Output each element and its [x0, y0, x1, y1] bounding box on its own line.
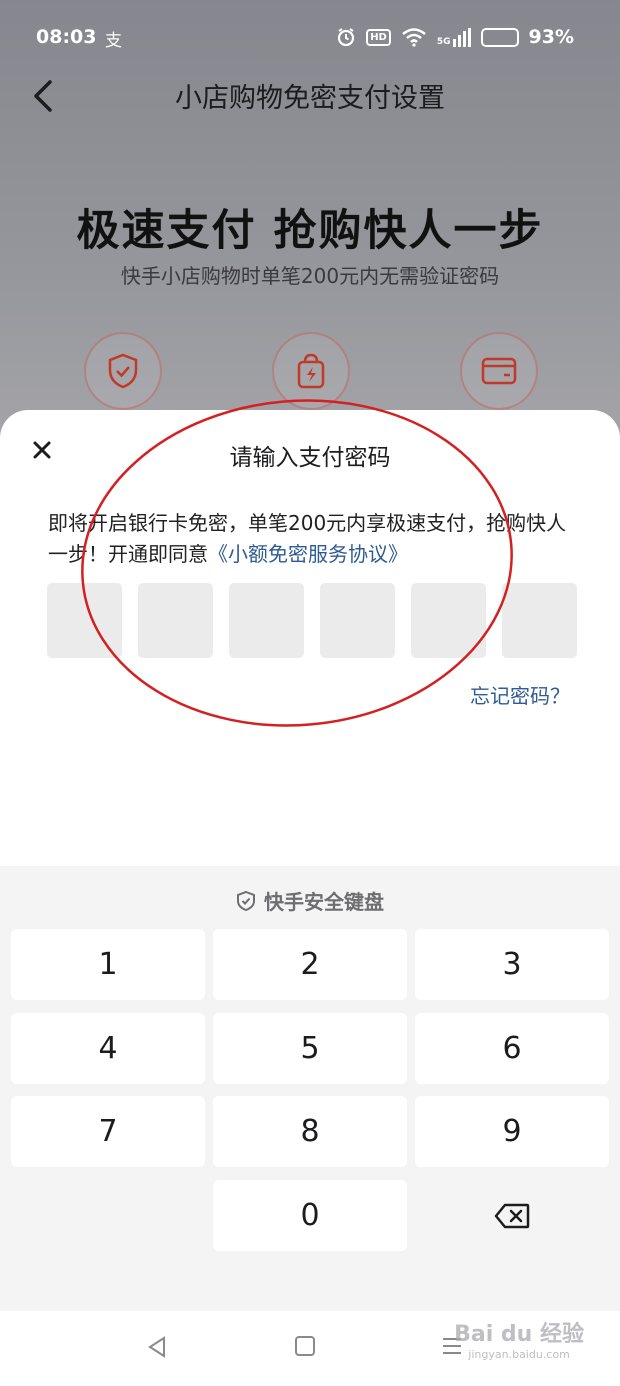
sheet-title: 请输入支付密码 — [229, 445, 391, 471]
shopping-bag-lightning-icon — [272, 332, 350, 410]
key-3[interactable]: 3 — [415, 929, 609, 1000]
page-title: 小店购物免密支付设置 — [175, 83, 445, 114]
pin-box[interactable] — [411, 583, 486, 658]
pin-box[interactable] — [138, 583, 213, 658]
shield-check-icon — [84, 332, 162, 410]
network-label: 5G — [436, 36, 451, 47]
key-1[interactable]: 1 — [11, 929, 205, 1000]
battery-level: 93% — [528, 26, 574, 48]
hero-subtitle: 快手小店购物时单笔200元内无需验证密码 — [120, 264, 500, 288]
backspace-icon — [494, 1203, 530, 1228]
hero-title: 极速支付 抢购快人一步 — [76, 206, 544, 256]
hd-badge: HD — [366, 28, 391, 46]
nav-home-icon[interactable] — [294, 1335, 316, 1357]
signal-icon: 5G — [436, 27, 471, 47]
key-2[interactable]: 2 — [213, 929, 407, 1000]
alipay-icon: 支 — [105, 31, 122, 51]
watermark-text: Bai du 经验 — [454, 1322, 584, 1347]
battery-icon — [480, 27, 519, 47]
pin-box[interactable] — [229, 583, 304, 658]
watermark-url: jingyan.baidu.com — [468, 1348, 570, 1361]
sheet-description: 即将开启银行卡免密，单笔200元内享极速支付，抢购快人一步！开通即同意《小额免密… — [48, 508, 578, 570]
keyboard-header: 快手安全键盘 — [0, 886, 620, 915]
key-5[interactable]: 5 — [213, 1013, 407, 1084]
key-9[interactable]: 9 — [415, 1096, 609, 1167]
watermark: Bai du 经验 jingyan.baidu.com — [454, 1322, 584, 1365]
nav-back-icon[interactable] — [146, 1335, 168, 1359]
key-8[interactable]: 8 — [213, 1096, 407, 1167]
background-page: 08:03 支 HD 5G 93% 小店购物免密支付设置 极速支付 抢购快人一步… — [0, 0, 620, 460]
key-4[interactable]: 4 — [11, 1013, 205, 1084]
status-time: 08:03 — [36, 26, 97, 48]
key-7[interactable]: 7 — [11, 1096, 205, 1167]
alarm-icon — [338, 28, 355, 47]
keyboard-title: 快手安全键盘 — [264, 890, 384, 914]
card-icon — [460, 332, 538, 410]
backspace-key[interactable] — [415, 1180, 609, 1251]
key-6[interactable]: 6 — [415, 1013, 609, 1084]
forgot-password-link[interactable]: 忘记密码？ — [470, 680, 570, 709]
key-0[interactable]: 0 — [213, 1180, 407, 1251]
system-nav-bar: Bai du 经验 jingyan.baidu.com — [0, 1311, 620, 1386]
agreement-link[interactable]: 《小额免密服务协议》 — [208, 542, 408, 566]
status-indicators: HD 5G 93% — [336, 26, 574, 48]
secure-keyboard: 快手安全键盘 1 2 3 4 5 6 7 8 9 0 — [0, 866, 620, 1311]
key-blank — [11, 1180, 205, 1251]
pin-box[interactable] — [320, 583, 395, 658]
pin-box[interactable] — [502, 583, 577, 658]
wifi-icon — [402, 28, 426, 47]
pin-box[interactable] — [47, 583, 122, 658]
pin-input[interactable] — [47, 583, 577, 658]
nav-bar: 小店购物免密支付设置 — [0, 60, 620, 130]
shield-check-icon — [237, 890, 255, 911]
